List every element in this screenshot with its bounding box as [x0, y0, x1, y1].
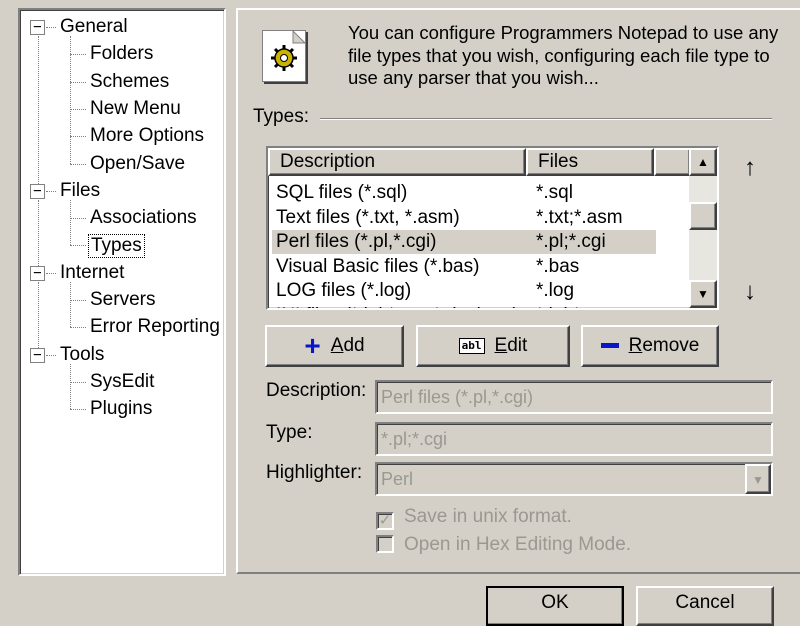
list-scrollbar[interactable]: ▲ ▼ [689, 148, 717, 308]
tree-item-label: Open/Save [90, 152, 186, 174]
highlighter-select[interactable]: Perl ▼ [375, 462, 773, 496]
tree-group-label: Files [60, 179, 101, 201]
tree-connector [70, 300, 86, 301]
tree-item-label: Plugins [90, 398, 153, 420]
tree-connector [70, 363, 71, 410]
intro-text: You can configure Programmers Notepad to… [348, 22, 779, 88]
description-field[interactable]: Perl files (*.pl,*.cgi) [375, 380, 773, 414]
chevron-down-icon[interactable]: ▼ [745, 464, 771, 494]
cell-description: LOG files (*.log) [276, 280, 412, 301]
types-separator [320, 118, 772, 120]
hex-mode-checkbox[interactable]: Open in Hex Editing Mode. [376, 532, 631, 558]
collapse-icon[interactable]: − [30, 265, 45, 281]
tree-connector [70, 199, 71, 246]
types-group-label: Types: [253, 106, 309, 127]
type-field[interactable]: *.pl;*.cgi [375, 422, 773, 456]
tree-connector [70, 281, 71, 328]
tree-item-label: Servers [90, 289, 156, 310]
list-item[interactable]: INI files (*.ini;*.reg;*.desktop) *.ini;*… [268, 304, 688, 309]
collapse-icon[interactable]: − [30, 20, 45, 35]
list-item[interactable]: SQL files (*.sql) *.sql [268, 181, 688, 205]
scroll-down-button[interactable]: ▼ [689, 280, 717, 308]
tree-connector [38, 281, 39, 348]
column-header-filler [654, 148, 691, 176]
tree-group-label: Internet [60, 261, 125, 283]
cancel-button[interactable]: Cancel [636, 586, 774, 626]
tree-connector [70, 409, 86, 411]
tree-connector [46, 354, 56, 356]
tree-connector [70, 163, 86, 165]
tree-connector [38, 36, 39, 184]
file-types-list[interactable]: Description Files SQL files (*.sql) *.sql… [266, 146, 719, 310]
description-label: Description: [266, 380, 367, 401]
column-header-files[interactable]: Files [526, 148, 654, 176]
scroll-thumb[interactable] [689, 202, 717, 230]
cell-description: Visual Basic files (*.bas) [276, 255, 480, 277]
edit-button[interactable]: abl Edit [416, 325, 570, 367]
save-unix-checkbox[interactable]: ✓ Save in unix format. [376, 504, 572, 530]
collapse-icon[interactable]: − [30, 347, 45, 363]
checkbox-box: ✓ [376, 512, 394, 530]
collapse-icon[interactable]: − [30, 183, 45, 199]
save-unix-label: Save in unix format. [404, 506, 572, 527]
cell-files: *.pl;*.cgi [536, 231, 606, 252]
remove-button[interactable]: Remove [581, 325, 719, 367]
cell-files: *.sql [536, 182, 573, 203]
ok-button[interactable]: OK [486, 586, 624, 626]
tree-connector [70, 108, 86, 110]
cell-description: INI files (*.ini;*.reg;*.desktop) [276, 304, 519, 309]
tree-connector [46, 272, 56, 274]
tree-connector [38, 199, 39, 266]
tree-connector [70, 245, 86, 247]
tree-connector [70, 36, 71, 164]
tree-connector [46, 27, 56, 28]
tree-item-label: Types [88, 234, 145, 259]
tree-group-label: General [60, 16, 128, 37]
cell-description: Perl files (*.pl,*.cgi) [276, 231, 437, 252]
cell-files: *.bas [536, 255, 580, 277]
tree-item-label: Associations [90, 207, 197, 229]
tree-item-label: Error Reporting [90, 316, 220, 338]
tree-connector [70, 81, 86, 83]
list-item[interactable]: Perl files (*.pl,*.cgi) *.pl;*.cgi [268, 230, 688, 254]
options-tree[interactable]: − General Folders Schemes New Menu More Optio… [18, 8, 226, 576]
tree-connector [70, 381, 86, 383]
plus-icon: + [304, 329, 321, 361]
tree-item-label: SysEdit [90, 370, 155, 392]
cell-description: Text files (*.txt, *.asm) [276, 206, 460, 228]
move-up-arrow-icon[interactable]: ↑ [744, 154, 756, 182]
tree-item-label: Folders [90, 43, 154, 65]
tree-connector [70, 327, 86, 329]
tree-item-label: New Menu [90, 97, 181, 119]
type-label: Type: [266, 422, 313, 443]
cell-files: *.txt;*.asm [536, 206, 623, 228]
tree-item-label: Schemes [90, 70, 170, 92]
list-item[interactable]: Text files (*.txt, *.asm) *.txt;*.asm [268, 206, 688, 230]
scroll-up-button[interactable]: ▲ [689, 148, 717, 176]
highlighter-value: Perl [381, 469, 414, 489]
edit-field-icon: abl [458, 337, 485, 354]
cell-files: *.ini;*.reg [536, 304, 613, 309]
tree-connector [70, 218, 86, 220]
tree-connector [70, 54, 86, 56]
move-down-arrow-icon[interactable]: ↓ [744, 278, 756, 306]
list-item[interactable]: Visual Basic files (*.bas) *.bas [268, 255, 688, 279]
tree-item-label: More Options [90, 125, 205, 147]
tree-connector [70, 136, 86, 138]
hex-mode-label: Open in Hex Editing Mode. [404, 534, 632, 555]
list-item[interactable]: LOG files (*.log) *.log [268, 279, 688, 303]
file-types-gear-icon [262, 29, 307, 82]
column-header-description[interactable]: Description [268, 148, 526, 176]
checkbox-box [376, 535, 394, 553]
cell-description: SQL files (*.sql) [276, 182, 408, 203]
tree-group-label: Tools [60, 343, 105, 365]
tree-connector [46, 190, 56, 192]
minus-icon [600, 343, 619, 349]
add-button[interactable]: + Add [265, 325, 404, 367]
cell-files: *.log [536, 280, 575, 301]
highlighter-label: Highlighter: [266, 462, 363, 483]
